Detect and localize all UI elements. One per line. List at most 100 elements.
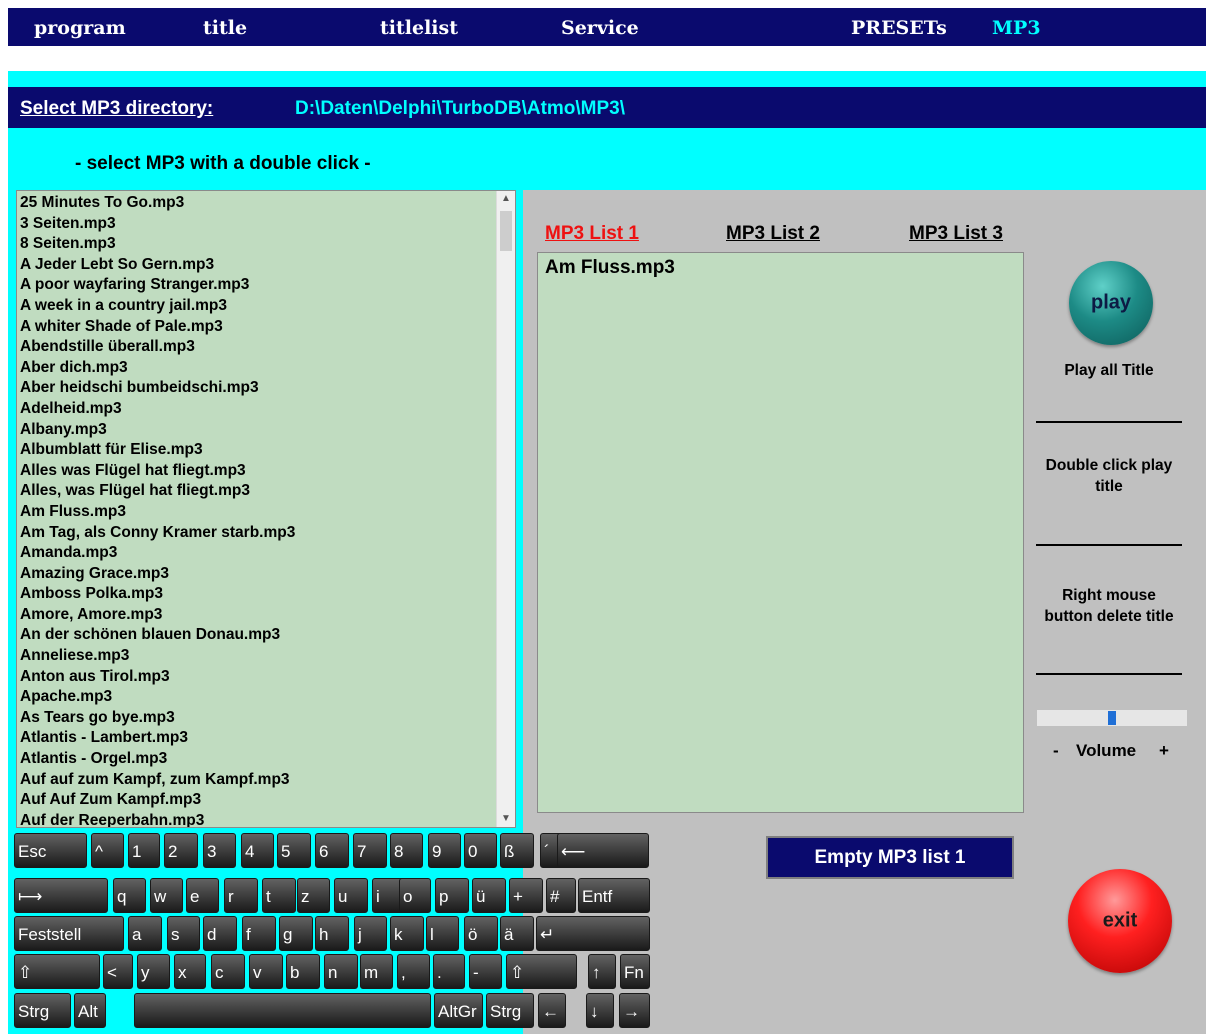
volume-slider-thumb[interactable]: [1108, 711, 1116, 725]
volume-plus[interactable]: +: [1159, 741, 1169, 761]
key-9[interactable]: 9: [428, 833, 461, 868]
key-ß[interactable]: ß: [500, 833, 534, 868]
key-ä[interactable]: ä: [500, 916, 534, 951]
mp3-file-list[interactable]: 25 Minutes To Go.mp3 3 Seiten.mp3 8 Seiten…: [16, 190, 516, 828]
file-list-item[interactable]: A poor wayfaring Stranger.mp3: [20, 275, 495, 296]
mp3-playlist[interactable]: Am Fluss.mp3: [537, 252, 1024, 813]
file-list-item[interactable]: Abendstille überall.mp3: [20, 337, 495, 358]
menu-item-presets[interactable]: PRESETs: [851, 17, 947, 39]
key-p[interactable]: p: [435, 878, 469, 913]
key-+[interactable]: +: [509, 878, 543, 913]
empty-list-button[interactable]: Empty MP3 list 1: [766, 836, 1014, 879]
tab-mp3-list-1[interactable]: MP3 List 1: [545, 223, 639, 245]
key-Entf[interactable]: Entf: [578, 878, 650, 913]
file-list-item[interactable]: 8 Seiten.mp3: [20, 234, 495, 255]
key-Strg[interactable]: Strg: [486, 993, 534, 1028]
key-3[interactable]: 3: [203, 833, 236, 868]
key-⇧[interactable]: ⇧: [14, 954, 100, 989]
key-⇧[interactable]: ⇧: [506, 954, 577, 989]
file-list-item[interactable]: Auf Auf Zum Kampf.mp3: [20, 790, 495, 811]
file-list-item[interactable]: A week in a country jail.mp3: [20, 296, 495, 317]
key-f[interactable]: f: [242, 916, 276, 951]
file-list-item[interactable]: Atlantis - Orgel.mp3: [20, 749, 495, 770]
key-w[interactable]: w: [150, 878, 183, 913]
file-list-item[interactable]: Amazing Grace.mp3: [20, 564, 495, 585]
file-list-item[interactable]: Apache.mp3: [20, 687, 495, 708]
menu-item-mp3[interactable]: MP3: [992, 17, 1041, 39]
key-.[interactable]: .: [433, 954, 465, 989]
playlist-item[interactable]: Am Fluss.mp3: [545, 257, 675, 279]
key-Fn[interactable]: Fn: [620, 954, 650, 989]
key-r[interactable]: r: [224, 878, 258, 913]
file-list-item[interactable]: Amore, Amore.mp3: [20, 605, 495, 626]
key-6[interactable]: 6: [315, 833, 349, 868]
key-b[interactable]: b: [286, 954, 320, 989]
menu-item-title[interactable]: title: [203, 17, 247, 39]
menu-item-service[interactable]: Service: [561, 17, 639, 39]
key-d[interactable]: d: [203, 916, 237, 951]
key-n[interactable]: n: [324, 954, 358, 989]
key-←[interactable]: ←: [538, 993, 566, 1028]
scrollbar-thumb[interactable]: [500, 211, 512, 251]
key-↑[interactable]: ↑: [588, 954, 616, 989]
key-⟵[interactable]: ⟵: [557, 833, 649, 868]
file-list-item[interactable]: Albumblatt für Elise.mp3: [20, 440, 495, 461]
file-list-item[interactable]: Alles, was Flügel hat fliegt.mp3: [20, 481, 495, 502]
key-s[interactable]: s: [167, 916, 200, 951]
key-AltGr[interactable]: AltGr: [434, 993, 483, 1028]
key-1[interactable]: 1: [128, 833, 160, 868]
file-list-item[interactable]: Auf der Reeperbahn.mp3: [20, 811, 495, 827]
key-#[interactable]: #: [546, 878, 576, 913]
key-Feststell[interactable]: Feststell: [14, 916, 124, 951]
key-2[interactable]: 2: [164, 833, 198, 868]
key-7[interactable]: 7: [353, 833, 387, 868]
file-list-item[interactable]: Anton aus Tirol.mp3: [20, 667, 495, 688]
key-→[interactable]: →: [619, 993, 650, 1028]
file-list-item[interactable]: An der schönen blauen Donau.mp3: [20, 625, 495, 646]
file-list-item[interactable]: Atlantis - Lambert.mp3: [20, 728, 495, 749]
key-c[interactable]: c: [211, 954, 245, 989]
key-g[interactable]: g: [279, 916, 313, 951]
file-list-item[interactable]: Anneliese.mp3: [20, 646, 495, 667]
file-list-item[interactable]: As Tears go bye.mp3: [20, 708, 495, 729]
key-space[interactable]: [134, 993, 431, 1028]
key-↓[interactable]: ↓: [586, 993, 614, 1028]
key-Strg[interactable]: Strg: [14, 993, 71, 1028]
menu-item-titlelist[interactable]: titlelist: [380, 17, 458, 39]
key-k[interactable]: k: [390, 916, 424, 951]
file-list-item[interactable]: 25 Minutes To Go.mp3: [20, 193, 495, 214]
key-a[interactable]: a: [128, 916, 162, 951]
key-4[interactable]: 4: [241, 833, 274, 868]
key-↵[interactable]: ↵: [536, 916, 650, 951]
volume-minus[interactable]: -: [1053, 741, 1059, 761]
exit-button[interactable]: exit: [1068, 869, 1172, 973]
menu-item-program[interactable]: program: [34, 17, 126, 39]
key-⟼[interactable]: ⟼: [14, 878, 108, 913]
file-list-scrollbar[interactable]: ▲ ▼: [496, 191, 515, 827]
file-list-item[interactable]: Amanda.mp3: [20, 543, 495, 564]
key-o[interactable]: o: [399, 878, 431, 913]
file-list-item[interactable]: Amboss Polka.mp3: [20, 584, 495, 605]
key-h[interactable]: h: [315, 916, 349, 951]
key-<[interactable]: <: [103, 954, 133, 989]
key-z[interactable]: z: [297, 878, 330, 913]
key-e[interactable]: e: [186, 878, 219, 913]
scroll-down-icon[interactable]: ▼: [497, 811, 515, 827]
key-u[interactable]: u: [334, 878, 368, 913]
file-list-item[interactable]: A Jeder Lebt So Gern.mp3: [20, 255, 495, 276]
file-list-item[interactable]: Adelheid.mp3: [20, 399, 495, 420]
file-list-item[interactable]: Albany.mp3: [20, 420, 495, 441]
key-Esc[interactable]: Esc: [14, 833, 87, 868]
key-Alt[interactable]: Alt: [74, 993, 106, 1028]
file-list-item[interactable]: Alles was Flügel hat fliegt.mp3: [20, 461, 495, 482]
key-ü[interactable]: ü: [472, 878, 506, 913]
key-,[interactable]: ,: [397, 954, 430, 989]
key-x[interactable]: x: [174, 954, 206, 989]
key-0[interactable]: 0: [464, 833, 497, 868]
key-^[interactable]: ^: [91, 833, 124, 868]
key--[interactable]: -: [469, 954, 502, 989]
select-directory-link[interactable]: Select MP3 directory:: [20, 98, 213, 120]
file-list-item[interactable]: Aber heidschi bumbeidschi.mp3: [20, 378, 495, 399]
file-list-item[interactable]: A whiter Shade of Pale.mp3: [20, 317, 495, 338]
tab-mp3-list-3[interactable]: MP3 List 3: [909, 223, 1003, 245]
